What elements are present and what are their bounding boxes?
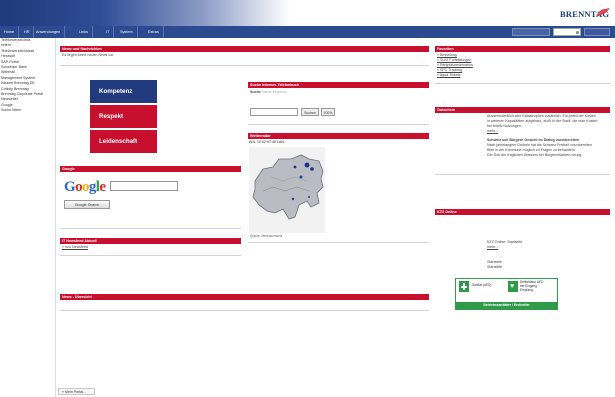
favorite-link-label[interactable]: Parkplatzreservation (440, 63, 473, 67)
google-logo: Google (64, 179, 106, 196)
notice-more-link[interactable]: mehr... (487, 129, 498, 134)
google-logo-letter: g (88, 179, 96, 195)
nav-extras[interactable]: Extras (144, 26, 164, 38)
divider (60, 65, 429, 66)
divider (248, 124, 429, 125)
nav-anwendungen[interactable]: Anwendungen (32, 26, 66, 38)
kzz-more-link[interactable]: mehr... (487, 245, 498, 250)
telephone-percent-button[interactable]: 100% (321, 108, 335, 116)
google-search-input[interactable] (110, 181, 178, 191)
weather-source-text: Quelle: Meteoschweiz (250, 234, 283, 238)
favorite-link-label[interactable]: Bestellung (440, 53, 457, 57)
brand-value-respekt: Respekt (90, 105, 157, 128)
favorite-link-label[interactable]: Aqua Tickets (440, 73, 461, 77)
notice-panel-header: Gutschein (435, 107, 610, 113)
aed-footer-label: Betriebssanitäter / Ersthelfer (456, 302, 557, 309)
divider (435, 174, 610, 175)
favorite-link[interactable]: » Aqua Tickets (437, 73, 460, 78)
weather-panel-header: Wetterradar (248, 133, 429, 139)
google-search-button[interactable]: Google Search (64, 200, 110, 209)
sidebar-link[interactable]: Suche Intern (0, 108, 55, 113)
aed-first-aid-sign: Sanität (AED) ♥ Defibrillator AED bei Ei… (455, 278, 558, 310)
divider (60, 228, 241, 229)
google-logo-letter: G (64, 179, 76, 195)
brand-value-kompetenz: Kompetenz (90, 80, 157, 103)
banner-gradient (0, 0, 290, 26)
telephone-search-label: Suche (250, 90, 261, 94)
google-logo-letter: e (99, 179, 106, 195)
divider (60, 310, 429, 311)
google-panel-header: Google (60, 166, 241, 172)
left-sidebar: Telefonverzeichnis extern Telefonverzeic… (0, 38, 56, 397)
news-panel-header: News und Nachrichten (60, 46, 429, 52)
heart-defibrillator-icon: ♥ (508, 281, 518, 292)
nav-search-field[interactable] (512, 28, 550, 36)
divider (435, 83, 610, 84)
weather-timestamp: ADL 10.02 97:40 LAN (249, 140, 284, 144)
kzz-panel-header: KZZ Online (435, 209, 610, 215)
kzz-line: Startseite (487, 265, 503, 269)
telephone-search-button[interactable]: Suchen (301, 108, 319, 116)
back-to-portal-button[interactable]: « Mein Portal... (58, 388, 95, 395)
telephone-panel-header: Suche internes Telefonbuch (248, 82, 429, 88)
weather-radar-map[interactable] (249, 147, 325, 233)
nav-select-dropdown[interactable] (553, 28, 581, 36)
divider (60, 255, 241, 256)
first-aid-cross-icon (459, 281, 469, 292)
telephone-search-input[interactable] (250, 108, 298, 116)
favorite-link-label[interactable]: SUVI Fortbildungen (440, 58, 471, 62)
notice-text-line: Der Sub der fraglichen Dossiers bei Bürg… (487, 153, 583, 157)
news-empty-text: Es liegen keine neuen News vor. (62, 53, 115, 57)
favorite-link-label[interactable]: SPC Tracking (440, 68, 462, 72)
it-news-panel-header: IT Newsfeed Aktuell (60, 238, 241, 244)
aed-right-label: Empfang (520, 288, 533, 292)
nav-go-button[interactable] (584, 28, 610, 36)
switzerland-map-icon (249, 147, 325, 233)
nav-links[interactable]: Links (75, 26, 93, 38)
nav-it[interactable]: IT (102, 26, 115, 38)
it-news-link[interactable]: » neu Newsfeed (62, 245, 88, 250)
nav-home[interactable]: Home (0, 26, 20, 38)
google-logo-letter: o (75, 179, 82, 195)
aed-left-label: Sanität (AED) (472, 283, 492, 287)
brand-values-graphic: Kompetenz Respekt Leidenschaft (90, 80, 157, 155)
telephone-search-hint: Name eingeben (262, 90, 288, 94)
news-overview-header: News - Übersicht (60, 294, 429, 300)
divider (248, 242, 429, 243)
favorites-panel-header: Favoriten (435, 46, 610, 52)
nav-system[interactable]: System (116, 26, 138, 38)
brand-value-leidenschaft: Leidenschaft (90, 130, 157, 153)
google-logo-letter: o (81, 179, 89, 195)
main-navigation: Home HR Anwendungen Links IT System Extr… (0, 26, 615, 38)
